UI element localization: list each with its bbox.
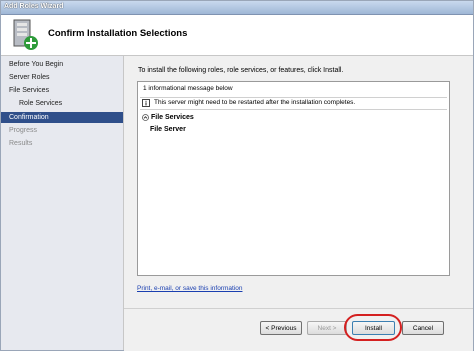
selections-list[interactable]: 1 informational message below This serve… bbox=[137, 81, 450, 276]
sidebar-item-server-roles[interactable]: Server Roles bbox=[1, 72, 123, 83]
info-icon bbox=[142, 99, 150, 107]
next-button: Next > bbox=[307, 321, 347, 335]
warning-text: This server might need to be restarted a… bbox=[154, 99, 356, 106]
window-title: Add Roles Wizard bbox=[4, 3, 64, 10]
page-title: Confirm Installation Selections bbox=[48, 28, 188, 39]
cancel-button[interactable]: Cancel bbox=[402, 321, 444, 335]
sidebar-item-progress: Progress bbox=[9, 127, 38, 134]
sidebar-item-before-you-begin[interactable]: Before You Begin bbox=[1, 59, 123, 70]
print-save-link[interactable]: Print, e-mail, or save this information bbox=[137, 285, 242, 292]
warning-message: This server might need to be restarted a… bbox=[140, 97, 447, 110]
wizard-steps-sidebar: Before You Begin Server Roles File Servi… bbox=[1, 56, 124, 350]
wizard-window: Add Roles Wizard Confirm Installation Se… bbox=[0, 0, 474, 351]
main-content: To install the following roles, role ser… bbox=[124, 56, 473, 308]
previous-button[interactable]: < Previous bbox=[260, 321, 302, 335]
section-title-file-services: File Services bbox=[151, 114, 194, 121]
install-highlight-ring bbox=[344, 314, 402, 341]
sidebar-item-file-services[interactable]: File Services bbox=[1, 85, 123, 96]
title-bar[interactable]: Add Roles Wizard bbox=[1, 1, 473, 15]
info-message-count: 1 informational message below bbox=[143, 85, 233, 92]
wizard-footer: < Previous Next > Install Cancel bbox=[124, 308, 473, 351]
role-item-file-server: File Server bbox=[150, 126, 186, 133]
sidebar-item-role-services[interactable]: Role Services bbox=[1, 98, 123, 109]
collapse-icon[interactable] bbox=[142, 114, 149, 121]
server-roles-icon bbox=[13, 19, 38, 50]
sidebar-item-confirmation[interactable]: Confirmation bbox=[1, 112, 123, 123]
wizard-header: Confirm Installation Selections bbox=[1, 15, 473, 56]
sidebar-item-results: Results bbox=[9, 140, 33, 147]
instruction-text: To install the following roles, role ser… bbox=[138, 67, 344, 74]
